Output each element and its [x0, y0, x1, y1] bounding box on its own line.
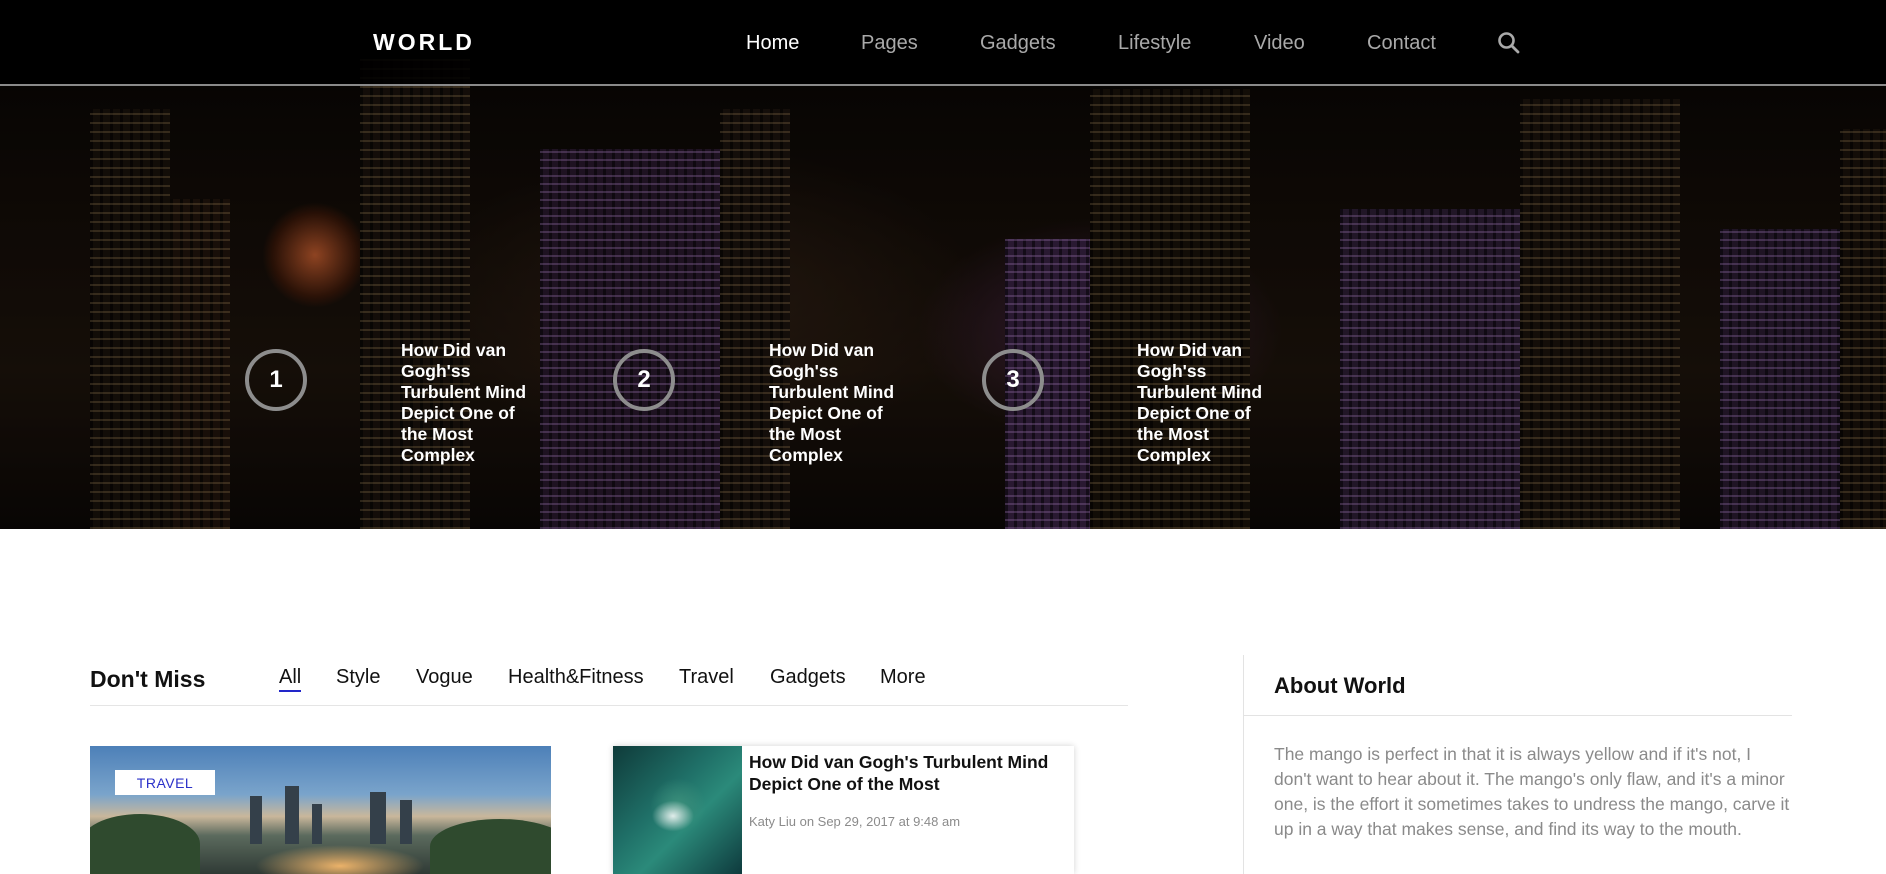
nav-item-gadgets[interactable]: Gadgets — [980, 32, 1056, 55]
section-divider — [90, 705, 1128, 706]
tree — [90, 814, 200, 874]
tree — [430, 819, 551, 874]
nav-item-contact[interactable]: Contact — [1367, 32, 1436, 55]
category-badge[interactable]: TRAVEL — [115, 770, 215, 795]
section-title-dont-miss: Don't Miss — [90, 666, 206, 692]
skyline-building — [285, 786, 299, 844]
nav-item-lifestyle[interactable]: Lifestyle — [1118, 32, 1191, 55]
slide-title-3[interactable]: How Did van Gogh'ss Turbulent Mind Depic… — [1137, 340, 1267, 466]
tab-travel[interactable]: Travel — [679, 666, 734, 689]
top-navbar: WORLD Home Pages Gadgets Lifestyle Video… — [0, 0, 1886, 86]
slide-number-2[interactable]: 2 — [613, 349, 675, 411]
article-card-image[interactable] — [613, 746, 742, 874]
search-icon[interactable] — [1496, 30, 1522, 56]
tab-health-fitness[interactable]: Health&Fitness — [508, 666, 644, 689]
about-text: The mango is perfect in that it is alway… — [1274, 744, 1790, 839]
slide-title-2[interactable]: How Did van Gogh'ss Turbulent Mind Depic… — [769, 340, 899, 466]
nav-item-video[interactable]: Video — [1254, 32, 1305, 55]
skyline-building — [312, 804, 322, 844]
tab-all[interactable]: All — [279, 666, 302, 692]
skyline-building — [250, 796, 262, 844]
site-logo[interactable]: WORLD — [373, 29, 475, 56]
skyline-building — [370, 792, 386, 844]
tab-more[interactable]: More — [880, 666, 926, 689]
tab-style[interactable]: Style — [336, 666, 380, 689]
article-card-meta: Katy Liu on Sep 29, 2017 at 9:48 am — [749, 814, 961, 829]
about-title: About World — [1274, 673, 1406, 698]
nav-item-home[interactable]: Home — [746, 32, 799, 55]
slide-number-1[interactable]: 1 — [245, 349, 307, 411]
feature-article-image[interactable] — [90, 746, 551, 874]
about-divider — [1244, 715, 1792, 716]
slide-title-1[interactable]: How Did van Gogh'ss Turbulent Mind Depic… — [401, 340, 531, 466]
tab-gadgets[interactable]: Gadgets — [770, 666, 846, 689]
nav-item-pages[interactable]: Pages — [861, 32, 918, 55]
tab-vogue[interactable]: Vogue — [416, 666, 473, 689]
article-card-title[interactable]: How Did van Gogh's Turbulent Mind Depict… — [749, 751, 1069, 795]
sidebar-divider — [1243, 655, 1244, 874]
slide-number-3[interactable]: 3 — [982, 349, 1044, 411]
skyline-building — [400, 800, 412, 844]
